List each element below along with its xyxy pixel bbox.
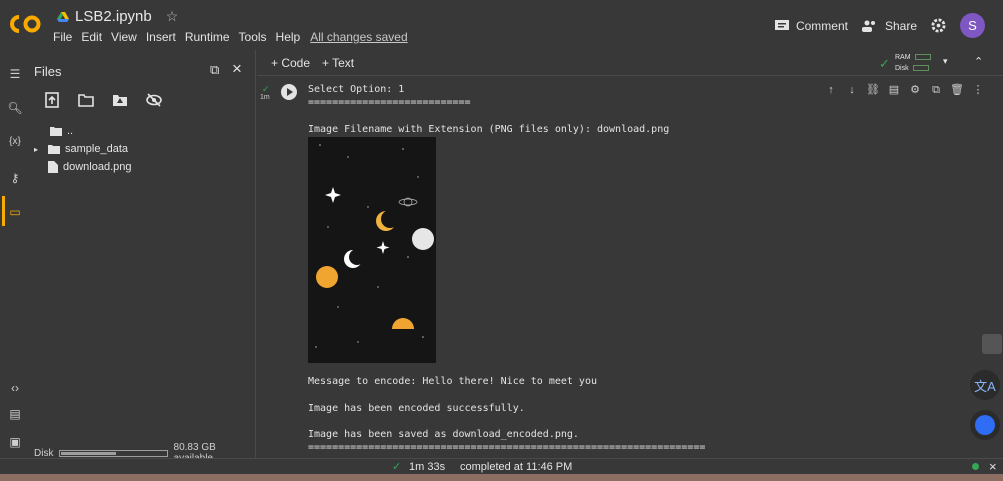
settings-gear-icon[interactable] [931,18,946,33]
avatar[interactable]: S [960,13,985,38]
folder-icon[interactable]: ▭ [7,204,23,220]
connected-check-icon: ✓ [879,56,890,71]
refresh-folder-icon[interactable] [78,92,94,108]
new-tab-icon[interactable]: ⧉ [210,62,219,78]
menu-insert[interactable]: Insert [146,30,176,44]
share-button[interactable]: Share [861,18,917,33]
comment-icon [774,19,789,30]
tree-item-label: .. [67,125,74,137]
tree-item-label: sample_data [65,143,128,155]
add-text-button[interactable]: + Text [322,56,354,70]
files-title: Files [34,64,62,79]
assistant-icon [975,415,995,435]
menu-file[interactable]: File [53,30,72,44]
starry-sky-image [308,137,436,363]
folder-icon [48,145,60,154]
star-icon[interactable]: ☆ [166,8,179,25]
notebook-toolbar: + Code + Text ✓ RAM Disk ▾ ⌃ [257,50,1003,76]
active-indicator [2,196,5,226]
play-icon [287,88,293,96]
move-down-icon[interactable]: ↓ [845,83,859,97]
ram-bar [914,54,931,61]
command-palette-icon[interactable]: ▤ [7,406,23,422]
menu-help[interactable]: Help [276,30,301,44]
cell-toolbar: ↑ ↓ ⛓ ▤ ⚙ ⧉ 🗑︎ ⋮ [824,83,985,97]
assistant-button[interactable] [970,410,1000,440]
minimap-icon[interactable] [982,334,1002,354]
menu-runtime[interactable]: Runtime [185,30,230,44]
notebook-title[interactable]: LSB2.ipynb [75,8,152,25]
file-tree: .. ▸ sample_data download.png [34,122,132,176]
drive-icon [57,11,69,22]
files-toolbar [44,92,162,108]
move-up-icon[interactable]: ↑ [824,83,838,97]
delete-icon[interactable]: 🗑︎ [950,83,964,97]
upload-icon[interactable] [44,92,60,108]
top-bar: LSB2.ipynb ☆ File Edit View Insert Runti… [0,0,1003,50]
resource-indicator[interactable]: RAM Disk [895,52,931,74]
disk-label: Disk [34,447,54,459]
hide-files-icon[interactable] [146,92,162,108]
code-cell: ✓ 1m Select Option: 1 ==================… [257,77,1003,458]
variables-icon[interactable]: {x} [7,134,23,150]
save-status-link[interactable]: All changes saved [310,30,407,44]
left-icon-bar: ☰ 🔍︎ {x} ⚷ ▭ ‹› ▤ ▣ [0,50,30,458]
status-duration: 1m 33s [409,461,446,473]
header-actions: Comment Share S [774,13,985,38]
people-icon [861,20,875,32]
more-options-icon[interactable]: ⋮ [971,83,985,97]
comment-cell-icon[interactable]: ▤ [887,83,901,97]
output-image [308,137,436,363]
run-button[interactable] [281,84,297,100]
comment-label: Comment [795,18,848,33]
title-row: LSB2.ipynb ☆ [57,8,178,25]
disk-bar-fill [61,451,117,455]
status-completed: completed at 11:46 PM [460,461,573,473]
exec-time: 1m [260,94,270,101]
search-icon[interactable]: 🔍︎ [7,100,23,116]
ram-label: RAM [895,54,911,61]
key-icon[interactable]: ⚷ [7,170,23,186]
table-of-contents-icon[interactable]: ☰ [7,66,23,82]
tree-item-download-png[interactable]: download.png [34,158,132,176]
menu-bar: File Edit View Insert Runtime Tools Help… [53,30,417,44]
cell-gutter: ✓ 1m [257,77,301,458]
status-check-icon: ✓ [392,461,402,473]
cell-output: Select Option: 1 =======================… [308,84,670,135]
link-icon[interactable]: ⛓ [866,83,880,97]
files-panel: Files ⧉ × .. ▸ sample_data download.png … [30,50,256,464]
menu-view[interactable]: View [111,30,137,44]
taskbar-strip [0,474,1003,481]
colab-logo[interactable] [10,13,42,35]
chevron-down-icon[interactable]: ▾ [943,56,948,67]
mount-drive-icon[interactable] [112,92,128,108]
comment-button[interactable]: Comment [774,18,848,33]
code-snippets-icon[interactable]: ‹› [7,380,23,396]
add-code-button[interactable]: + Code [271,56,310,70]
terminal-icon[interactable]: ▣ [7,434,23,450]
expand-arrow-icon[interactable]: ▸ [34,145,43,154]
connection-dot-icon [972,463,979,470]
status-close-icon[interactable]: × [989,459,997,474]
mirror-cell-icon[interactable]: ⧉ [929,83,943,97]
translate-button[interactable]: 文A [970,370,1000,400]
folder-up-icon [50,127,62,136]
close-icon[interactable]: × [232,59,242,79]
chevron-up-icon[interactable]: ⌃ [974,55,983,68]
translate-icon: 文A [974,378,996,394]
disk-bar [59,449,168,457]
menu-tools[interactable]: Tools [239,30,267,44]
tree-item-sample-data[interactable]: ▸ sample_data [34,140,132,158]
share-label: Share [884,18,917,33]
disk-bar [912,65,929,72]
tree-item-label: download.png [63,161,132,173]
disk-label: Disk [895,65,909,72]
cell-output-continued: Message to encode: Hello there! Nice to … [308,376,706,454]
tree-item-parent[interactable]: .. [34,122,132,140]
status-bar: ✓ 1m 33s completed at 11:46 PM × [0,458,1003,474]
cell-settings-icon[interactable]: ⚙ [908,83,922,97]
menu-edit[interactable]: Edit [81,30,102,44]
file-icon [48,161,58,173]
